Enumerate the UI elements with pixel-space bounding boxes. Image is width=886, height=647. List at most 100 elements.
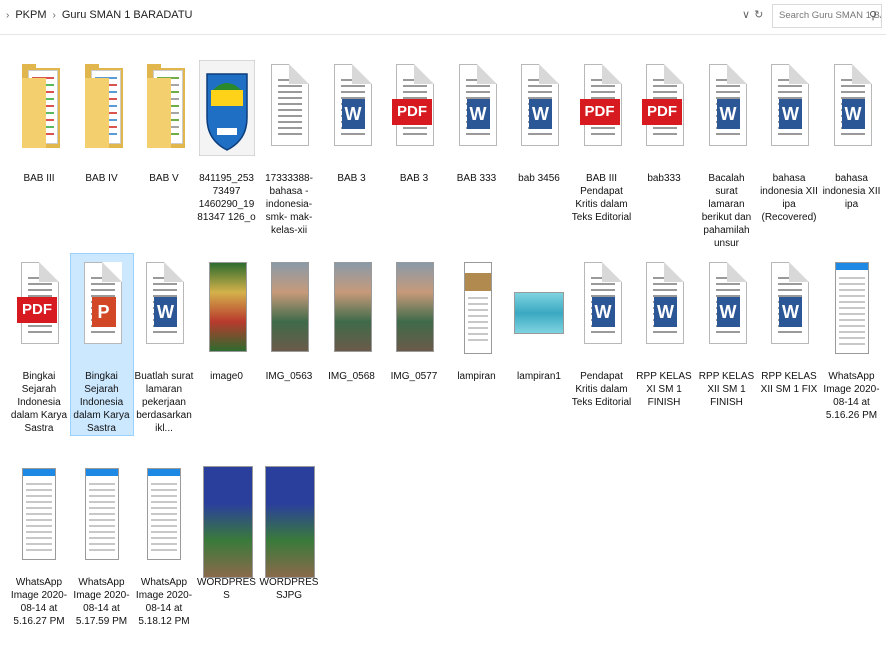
text-line xyxy=(151,489,177,491)
file-item[interactable]: W RPP KELAS XII SM 1 FIX xyxy=(758,254,820,396)
file-item[interactable]: W RPP KELAS XI SM 1 FINISH xyxy=(633,254,695,409)
file-thumbnail xyxy=(196,56,258,166)
file-item[interactable]: Wbahasa indonesia XII ipa (Recovered) xyxy=(758,56,820,224)
text-line xyxy=(340,79,365,81)
file-item[interactable]: WORDPRESS xyxy=(196,460,258,602)
file-thumbnail xyxy=(821,254,883,364)
file-item[interactable]: BAB IV xyxy=(71,56,133,185)
text-line xyxy=(465,85,490,87)
screenshot-thumbnail xyxy=(834,262,869,354)
file-thumbnail xyxy=(133,56,195,166)
text-line xyxy=(653,127,677,129)
text-line xyxy=(340,85,365,87)
file-item[interactable]: BAB V xyxy=(133,56,195,185)
file-thumbnail: W xyxy=(758,254,820,364)
text-line xyxy=(653,85,677,87)
file-thumbnail xyxy=(321,254,383,364)
text-line xyxy=(278,127,302,129)
breadcrumb-item-pkpm[interactable]: PKPM xyxy=(15,9,46,21)
text-line xyxy=(28,325,52,327)
file-item[interactable]: W BAB 333 xyxy=(446,56,508,185)
file-item[interactable]: Wbab 3456 xyxy=(508,56,570,185)
file-name: WhatsApp Image 2020-08-14 at 5.17.59 PM xyxy=(73,577,130,627)
file-thumbnail xyxy=(8,56,70,166)
word-badge: W xyxy=(591,297,615,327)
file-item[interactable]: PDF BAB 3 xyxy=(383,56,445,185)
file-item[interactable]: WhatsApp Image 2020-08-14 at 5.16.27 PM xyxy=(8,460,70,628)
file-name: bab 3456 xyxy=(518,173,560,184)
file-item[interactable]: PDF BAB III Pendapat Kritis dalam Teks Ed… xyxy=(571,56,633,224)
file-name: Bingkai Sejarah Indonesia dalam Karya Sa… xyxy=(73,371,130,434)
file-name: WORDPRESSJPG xyxy=(259,577,319,601)
file-item[interactable]: W BAB 3 xyxy=(321,56,383,185)
file-item[interactable]: 841195_25373497 1460290_1981347 126_o xyxy=(196,56,258,224)
text-line xyxy=(340,133,365,135)
text-line xyxy=(88,495,115,497)
file-item[interactable]: lampiran1 xyxy=(508,254,570,383)
file-item[interactable]: WhatsApp Image 2020-08-14 at 5.16.26 PM xyxy=(821,254,883,422)
text-line xyxy=(90,331,115,333)
file-item[interactable]: W Buatlah surat lamaran pekerjaan berdasa… xyxy=(133,254,195,435)
text-line xyxy=(153,277,177,279)
text-line xyxy=(26,489,52,491)
file-name: IMG_0577 xyxy=(390,371,438,382)
text-line xyxy=(838,283,865,285)
file-item[interactable]: WORDPRESSJPG xyxy=(258,460,320,602)
file-item[interactable]: W Bacalah surat lamaran berikut dan paham… xyxy=(696,56,758,250)
text-line xyxy=(278,91,302,93)
file-item[interactable]: Wbahasa indonesia XII ipa xyxy=(821,56,883,211)
text-line xyxy=(340,91,365,93)
text-line xyxy=(88,537,115,539)
file-item[interactable]: lampiran xyxy=(446,254,508,383)
text-line xyxy=(26,483,52,485)
chevron-down-icon[interactable]: ∨ xyxy=(742,8,750,21)
text-line xyxy=(403,85,427,87)
text-line xyxy=(838,295,865,297)
file-item[interactable]: BAB III xyxy=(8,56,70,185)
word-document-icon: W xyxy=(583,262,622,344)
file-thumbnail xyxy=(71,56,133,166)
search-placeholder: Search Guru SMAN 1 BARAD... xyxy=(779,10,881,21)
file-item[interactable]: W RPP KELAS XII SM 1 FINISH xyxy=(696,254,758,409)
file-thumbnail xyxy=(133,460,195,570)
file-item[interactable]: P Bingkai Sejarah Indonesia dalam Karya S… xyxy=(69,253,134,436)
text-line xyxy=(465,91,490,93)
file-item[interactable]: PDF Bingkai Sejarah Indonesia dalam Karya… xyxy=(8,254,70,435)
text-line xyxy=(403,79,427,81)
text-line xyxy=(840,133,865,135)
text-line xyxy=(26,531,52,533)
file-thumbnail: W xyxy=(821,56,883,166)
word-document-icon: W xyxy=(708,262,747,344)
search-icon[interactable]: ⚲ xyxy=(869,5,877,27)
file-item[interactable]: W Pendapat Kritis dalam Teks Editorial xyxy=(571,254,633,409)
text-line xyxy=(715,283,740,285)
file-item[interactable]: image0 xyxy=(196,254,258,383)
file-item[interactable]: PDF bab333 xyxy=(633,56,695,185)
file-item[interactable]: IMG_0577 xyxy=(383,254,445,383)
file-name: Pendapat Kritis dalam Teks Editorial xyxy=(571,371,632,408)
screenshot-thumbnail xyxy=(22,468,56,560)
text-line xyxy=(715,79,740,81)
text-line xyxy=(590,331,615,333)
pdf-document-icon: PDF xyxy=(579,64,622,146)
text-line xyxy=(838,301,865,303)
text-line xyxy=(88,489,115,491)
text-line xyxy=(88,543,115,545)
text-line xyxy=(528,79,552,81)
text-line xyxy=(153,289,177,291)
file-item[interactable]: IMG_0563 xyxy=(258,254,320,383)
text-line xyxy=(88,513,115,515)
file-item[interactable]: IMG_0568 xyxy=(321,254,383,383)
refresh-icon[interactable]: ↻ xyxy=(754,8,763,21)
file-item[interactable]: WhatsApp Image 2020-08-14 at 5.18.12 PM xyxy=(133,460,195,628)
pdf-badge: PDF xyxy=(17,297,57,323)
file-thumbnail: W xyxy=(696,254,758,364)
text-line xyxy=(151,483,177,485)
file-item[interactable]: 17333388-bahasa -indonesia-smk- mak-kela… xyxy=(258,56,320,237)
text-line xyxy=(278,115,302,117)
file-thumbnail xyxy=(258,254,320,364)
breadcrumb-item-folder[interactable]: Guru SMAN 1 BARADATU xyxy=(62,9,193,21)
search-input[interactable]: Search Guru SMAN 1 BARAD... ⚲ xyxy=(772,4,882,28)
text-line xyxy=(838,307,865,309)
file-item[interactable]: WhatsApp Image 2020-08-14 at 5.17.59 PM xyxy=(71,460,133,628)
